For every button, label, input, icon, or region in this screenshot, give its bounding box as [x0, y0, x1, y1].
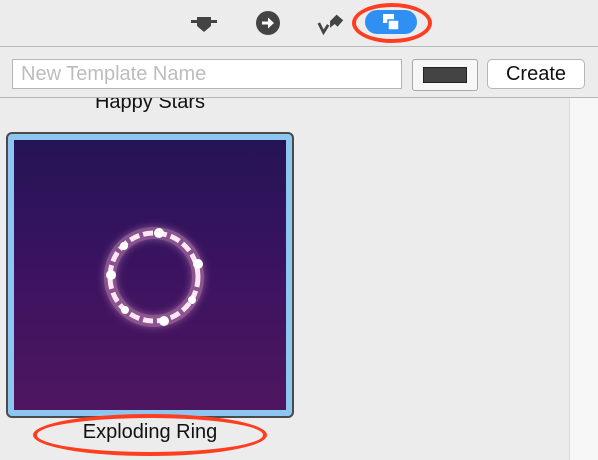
shield-tab-button[interactable]: [189, 8, 219, 38]
scrollbar[interactable]: [569, 98, 598, 460]
template-name-input[interactable]: [12, 59, 402, 89]
shield-icon: [191, 17, 217, 32]
checkmark-pin-icon: [317, 14, 344, 36]
template-list: Happy Stars Exploding Ring: [0, 98, 569, 460]
templates-tab-button[interactable]: [365, 10, 417, 34]
template-card-selected[interactable]: [6, 132, 294, 418]
template-label[interactable]: Happy Stars: [0, 98, 300, 114]
toolbar: [0, 0, 598, 47]
ring-glow-icon: [104, 227, 204, 327]
layers-icon: [383, 14, 400, 31]
color-well[interactable]: [412, 59, 478, 91]
next-tab-button[interactable]: [253, 8, 283, 38]
color-swatch: [423, 67, 467, 83]
arrow-right-circle-icon: [256, 11, 280, 35]
template-thumbnail[interactable]: [14, 140, 286, 410]
create-button[interactable]: Create: [487, 59, 585, 89]
checkmark-tab-button[interactable]: [316, 8, 346, 38]
template-label-selected[interactable]: Exploding Ring: [0, 421, 300, 444]
create-template-row: Create: [0, 47, 598, 98]
